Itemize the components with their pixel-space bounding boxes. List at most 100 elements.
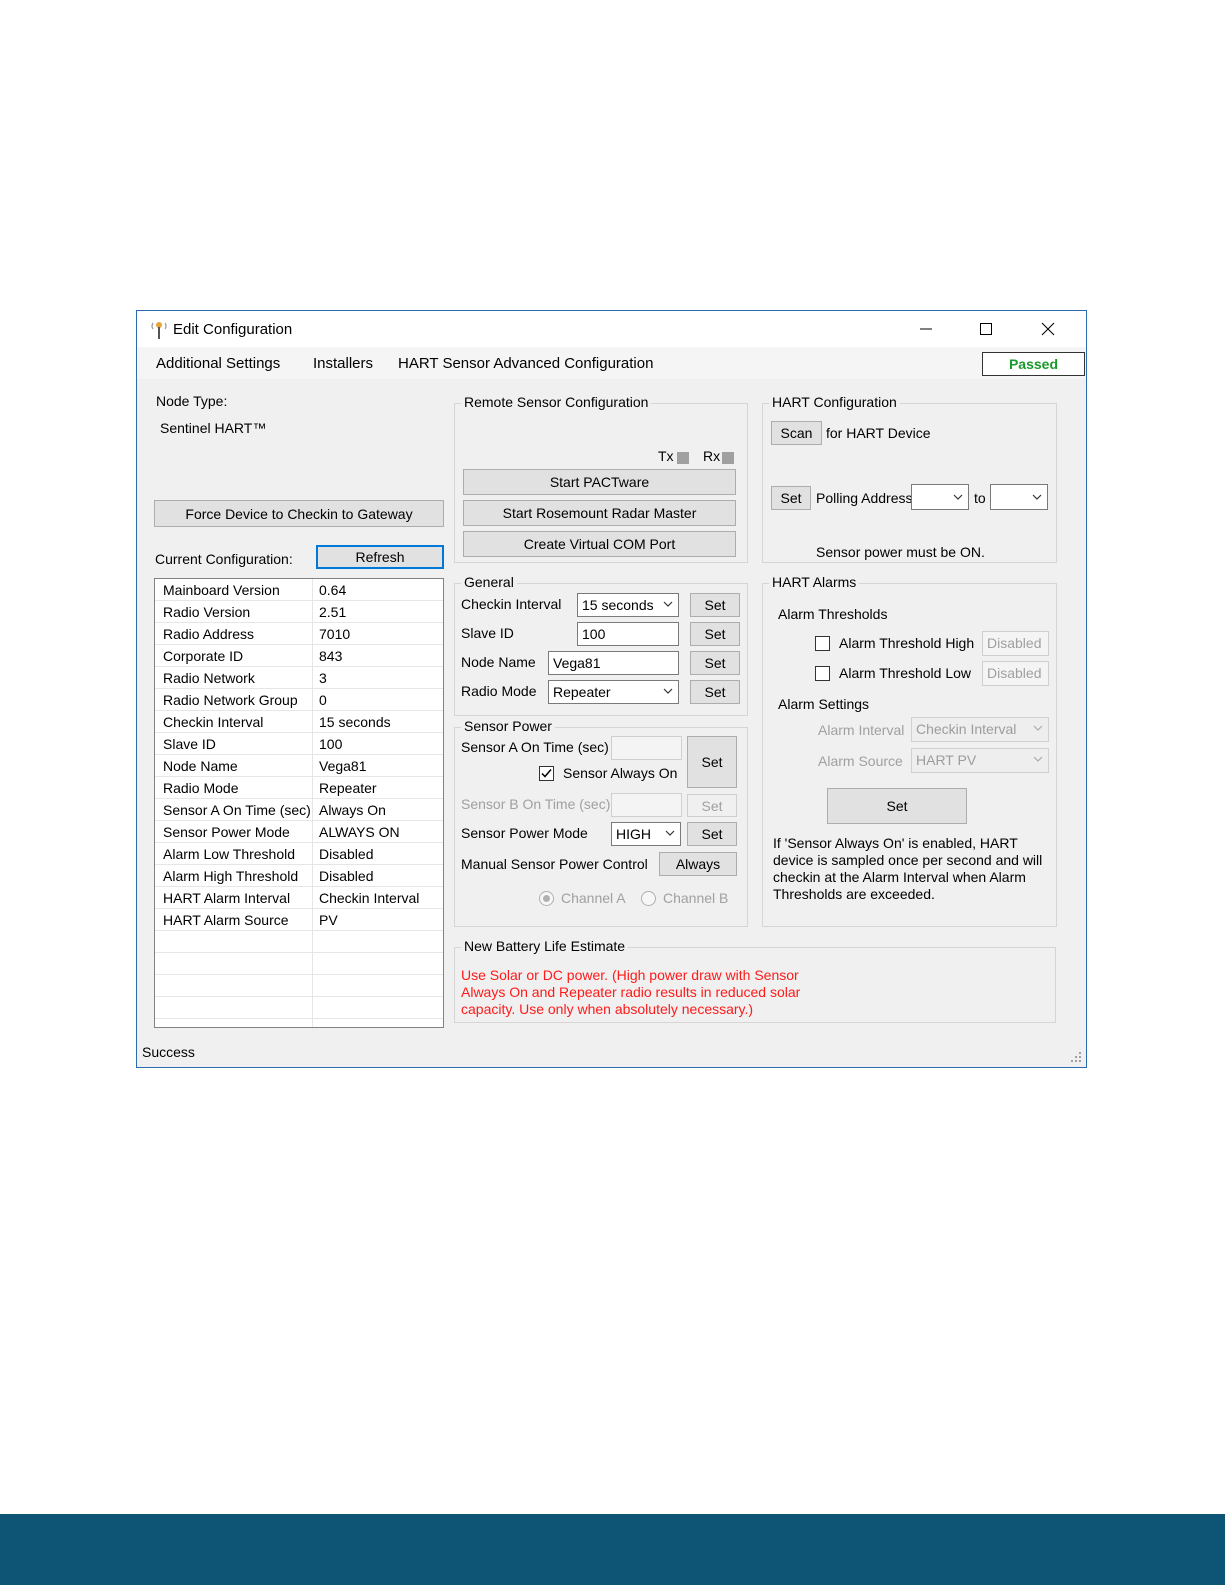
- alarm-threshold-low-input[interactable]: Disabled: [982, 661, 1049, 686]
- menu-additional-settings[interactable]: Additional Settings: [156, 355, 280, 372]
- node-name-input[interactable]: Vega81: [548, 651, 679, 675]
- refresh-button[interactable]: Refresh: [316, 545, 444, 569]
- channel-b-label: Channel B: [663, 890, 729, 906]
- sensor-b-on-time-input[interactable]: [611, 793, 682, 817]
- chevron-down-icon: [663, 601, 673, 607]
- menu-bar: Additional Settings Installers HART Sens…: [137, 347, 1086, 379]
- alarm-source-select[interactable]: HART PV: [911, 748, 1049, 773]
- chevron-down-icon: [665, 830, 675, 836]
- hart-alarms-group: HART Alarms Alarm Thresholds Alarm Thres…: [762, 574, 1057, 927]
- scan-for-hart-label: for HART Device: [826, 425, 931, 441]
- menu-installers[interactable]: Installers: [313, 355, 373, 372]
- node-type-value: Sentinel HART™: [160, 420, 267, 436]
- slave-id-label: Slave ID: [461, 625, 514, 641]
- close-icon: [1041, 322, 1055, 336]
- tx-label: Tx: [658, 448, 674, 464]
- node-name-label: Node Name: [461, 654, 536, 670]
- polling-to-label: to: [974, 490, 986, 506]
- alarm-source-label: Alarm Source: [818, 753, 903, 769]
- menu-hart-sensor-advanced-configuration[interactable]: HART Sensor Advanced Configuration: [398, 355, 653, 372]
- table-row[interactable]: Alarm Low Threshold Disabled: [155, 843, 443, 865]
- table-row[interactable]: Radio Mode Repeater: [155, 777, 443, 799]
- table-row[interactable]: Radio Address 7010: [155, 623, 443, 645]
- sensor-a-set-button[interactable]: Set: [687, 736, 737, 788]
- sensor-power-mode-set-button[interactable]: Set: [687, 822, 737, 846]
- sensor-always-on-checkbox[interactable]: [539, 766, 554, 781]
- table-row[interactable]: Sensor A On Time (sec) Always On: [155, 799, 443, 821]
- polling-address-to-select[interactable]: [990, 484, 1048, 510]
- chevron-down-icon: [1033, 756, 1043, 762]
- table-row[interactable]: Radio Network Group 0: [155, 689, 443, 711]
- status-text: Success: [142, 1044, 195, 1060]
- table-row[interactable]: Alarm High Threshold Disabled: [155, 865, 443, 887]
- alarm-settings-label: Alarm Settings: [778, 696, 870, 712]
- empty-table-row: [155, 975, 443, 997]
- scan-button[interactable]: Scan: [771, 421, 822, 445]
- alarm-interval-select[interactable]: Checkin Interval: [911, 717, 1049, 742]
- start-pactware-button[interactable]: Start PACTware: [463, 469, 736, 495]
- sensor-b-set-button[interactable]: Set: [687, 794, 737, 817]
- chevron-down-icon: [663, 688, 673, 694]
- table-row[interactable]: HART Alarm Interval Checkin Interval: [155, 887, 443, 909]
- slave-id-set-button[interactable]: Set: [690, 622, 740, 646]
- general-group: General Checkin Interval 15 seconds Set …: [454, 574, 748, 716]
- antenna-app-icon: [151, 322, 167, 339]
- polling-address-from-select[interactable]: [911, 484, 969, 510]
- table-row[interactable]: Checkin Interval 15 seconds: [155, 711, 443, 733]
- sensor-power-title: Sensor Power: [461, 718, 555, 734]
- general-title: General: [461, 574, 517, 590]
- manual-power-always-button[interactable]: Always: [659, 852, 737, 876]
- table-row[interactable]: HART Alarm Source PV: [155, 909, 443, 931]
- channel-a-radio[interactable]: [539, 891, 554, 906]
- battery-life-estimate-group: New Battery Life Estimate Use Solar or D…: [454, 938, 1056, 1023]
- status-badge: Passed: [982, 352, 1085, 376]
- edit-configuration-window: Edit Configuration Additional Settings I…: [136, 310, 1087, 1068]
- table-row[interactable]: Radio Version 2.51: [155, 601, 443, 623]
- alarm-thresholds-label: Alarm Thresholds: [778, 606, 888, 622]
- checkin-interval-select[interactable]: 15 seconds: [577, 593, 679, 617]
- sensor-a-on-time-label: Sensor A On Time (sec): [461, 739, 609, 755]
- alarm-threshold-low-checkbox[interactable]: [815, 666, 830, 681]
- sensor-power-note: Sensor power must be ON.: [816, 544, 985, 560]
- hart-alarms-set-button[interactable]: Set: [827, 788, 967, 824]
- hart-alarms-title: HART Alarms: [769, 574, 860, 590]
- table-row[interactable]: Sensor Power Mode ALWAYS ON: [155, 821, 443, 843]
- alarm-threshold-low-label: Alarm Threshold Low: [839, 665, 972, 681]
- resize-grip-icon[interactable]: [1070, 1051, 1082, 1063]
- channel-b-radio[interactable]: [641, 891, 656, 906]
- sensor-a-on-time-input[interactable]: [611, 736, 682, 760]
- checkin-interval-set-button[interactable]: Set: [690, 593, 740, 617]
- table-row[interactable]: Corporate ID 843: [155, 645, 443, 667]
- status-bar: Success: [137, 1037, 1086, 1067]
- chevron-down-icon: [953, 494, 963, 500]
- checkin-interval-label: Checkin Interval: [461, 596, 562, 612]
- minimize-icon: [920, 328, 932, 330]
- table-row[interactable]: Node Name Vega81: [155, 755, 443, 777]
- node-name-set-button[interactable]: Set: [690, 651, 740, 675]
- radio-mode-set-button[interactable]: Set: [690, 680, 740, 704]
- current-configuration-grid[interactable]: Mainboard Version 0.64 Radio Version 2.51 …: [154, 578, 444, 1028]
- hart-configuration-group: HART Configuration Scan for HART Device …: [762, 394, 1057, 563]
- maximize-button[interactable]: [963, 311, 1009, 347]
- slave-id-input[interactable]: 100: [577, 622, 679, 646]
- minimize-button[interactable]: [903, 311, 949, 347]
- radio-mode-label: Radio Mode: [461, 683, 537, 699]
- start-rosemount-radar-master-button[interactable]: Start Rosemount Radar Master: [463, 500, 736, 526]
- sensor-power-mode-select[interactable]: HIGH: [611, 822, 681, 846]
- force-checkin-button[interactable]: Force Device to Checkin to Gateway: [154, 500, 444, 527]
- table-row[interactable]: Mainboard Version 0.64: [155, 579, 443, 601]
- remote-sensor-configuration-group: Remote Sensor Configuration Tx Rx Start …: [454, 394, 748, 563]
- radio-mode-select[interactable]: Repeater: [548, 680, 679, 704]
- table-row[interactable]: Slave ID 100: [155, 733, 443, 755]
- sensor-power-group: Sensor Power Sensor A On Time (sec) Set …: [454, 718, 748, 927]
- close-button[interactable]: [1025, 311, 1071, 347]
- alarm-threshold-high-checkbox[interactable]: [815, 636, 830, 651]
- table-row[interactable]: Radio Network 3: [155, 667, 443, 689]
- alarm-threshold-high-input[interactable]: Disabled: [982, 631, 1049, 656]
- empty-table-row: [155, 997, 443, 1019]
- rx-indicator: [722, 452, 734, 464]
- hart-configuration-title: HART Configuration: [769, 394, 900, 410]
- create-virtual-com-port-button[interactable]: Create Virtual COM Port: [463, 531, 736, 557]
- alarm-interval-label: Alarm Interval: [818, 722, 905, 738]
- polling-address-set-button[interactable]: Set: [771, 486, 811, 510]
